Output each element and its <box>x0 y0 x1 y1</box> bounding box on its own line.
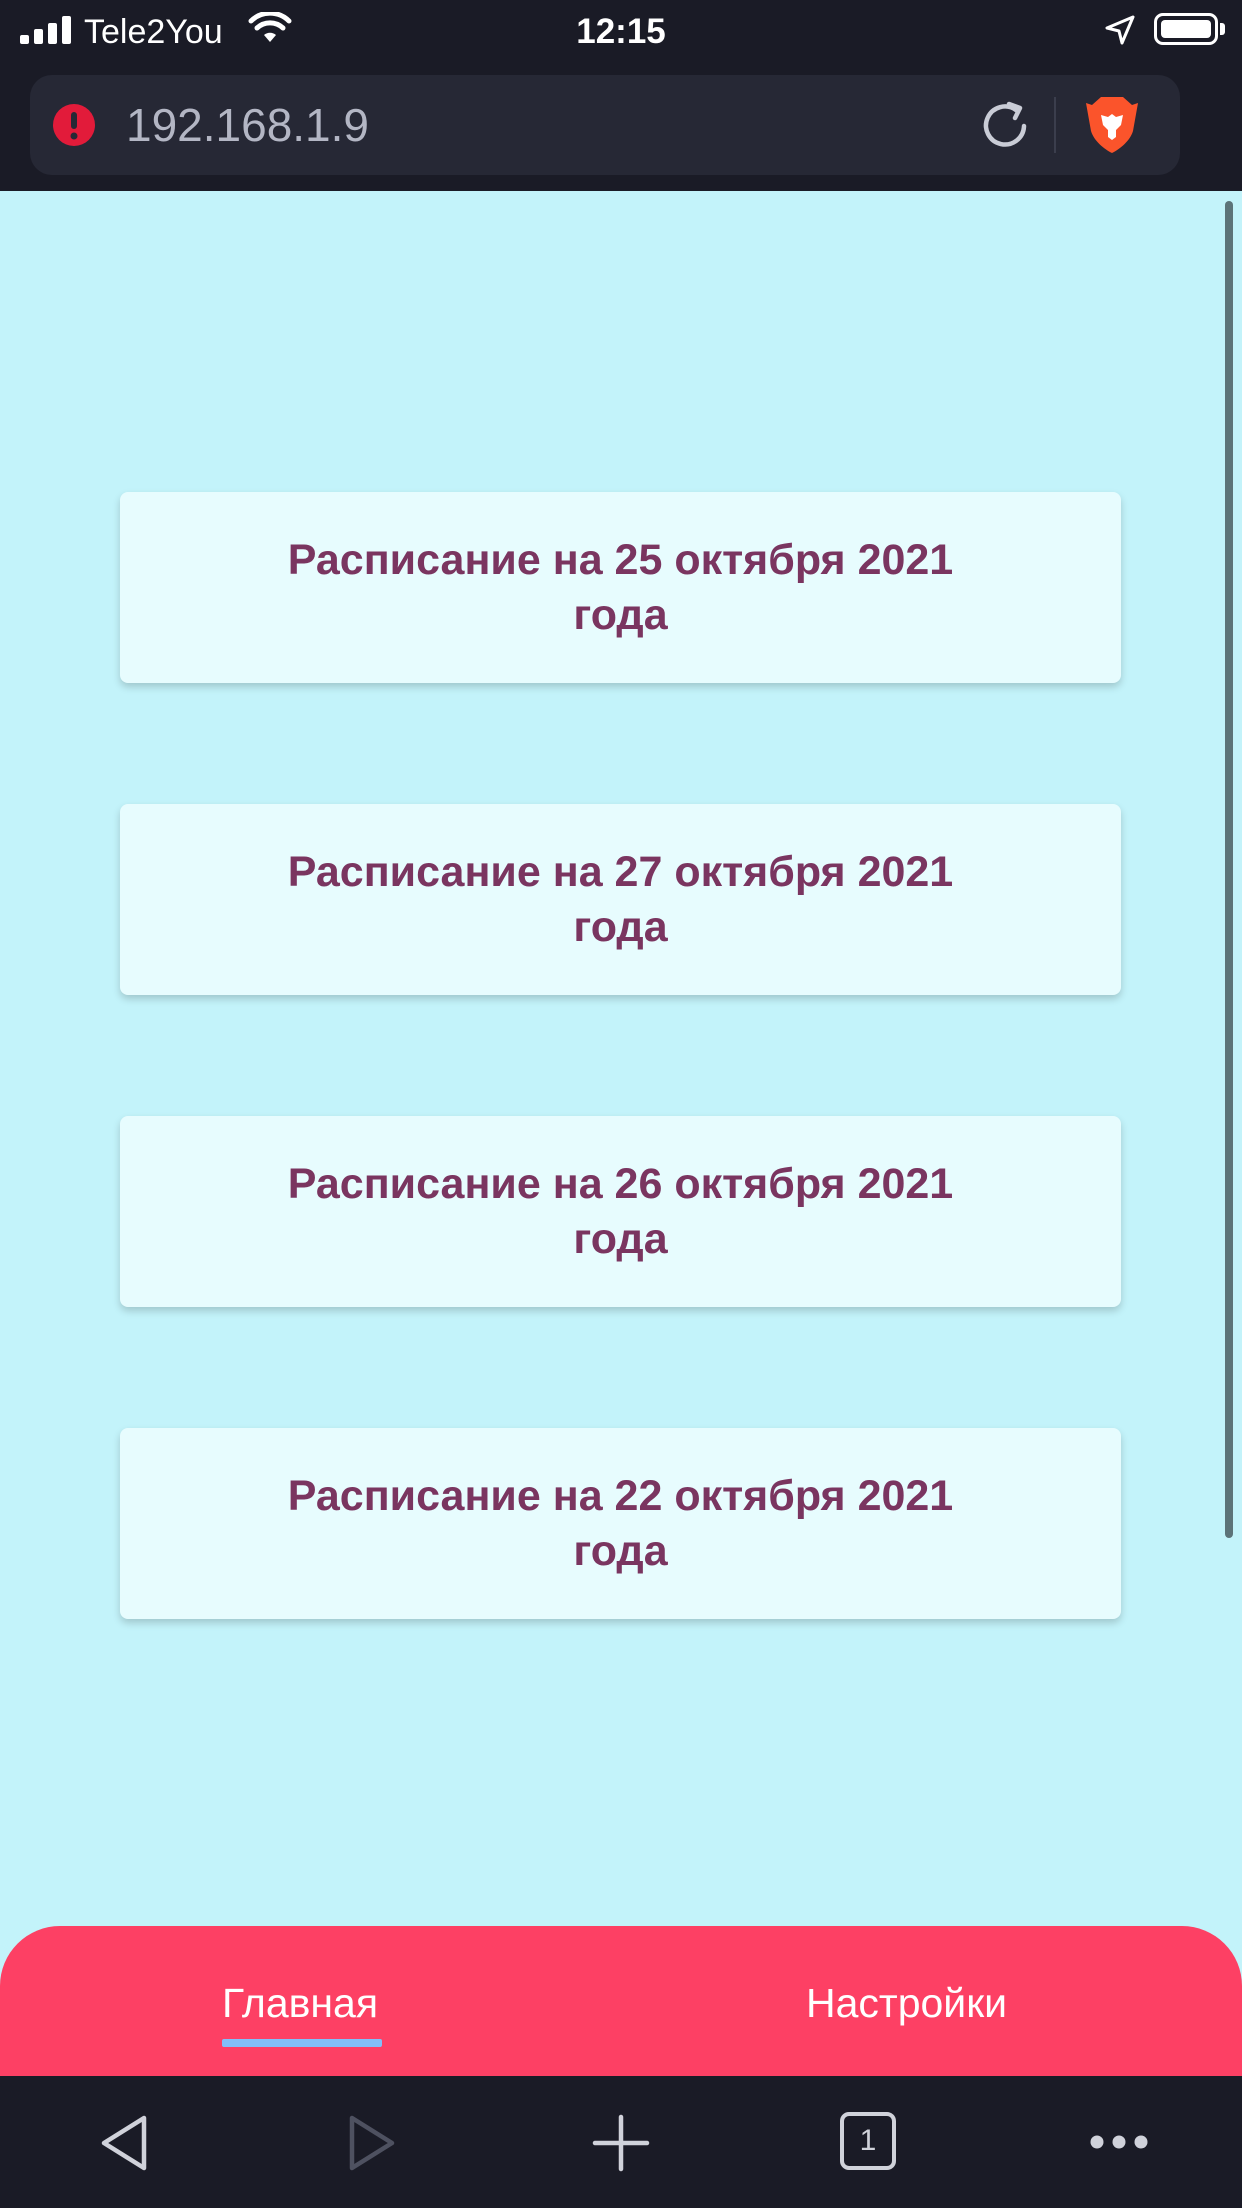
back-icon[interactable] <box>98 2114 150 2172</box>
active-tab-indicator <box>222 2039 382 2047</box>
browser-address-bar: 192.168.1.9 <box>0 64 1242 191</box>
battery-icon <box>1154 13 1218 45</box>
reload-icon[interactable] <box>978 99 1032 153</box>
schedule-card[interactable]: Расписание на 22 октября 2021 года <box>120 1428 1121 1619</box>
browser-toolbar: 1 <box>0 2076 1242 2208</box>
tab-home[interactable]: Главная <box>222 1978 378 2028</box>
more-icon[interactable] <box>1090 2134 1148 2150</box>
schedule-card-label: Расписание на 27 октября 2021 года <box>287 847 954 951</box>
status-time: 12:15 <box>576 12 666 51</box>
page-content: Расписание на 25 октября 2021 года Распи… <box>0 191 1242 2075</box>
schedule-card-label: Расписание на 25 октября 2021 года <box>287 535 954 639</box>
schedule-card[interactable]: Расписание на 25 октября 2021 года <box>120 492 1121 683</box>
tab-settings[interactable]: Настройки <box>806 1978 1007 2028</box>
url-text[interactable]: 192.168.1.9 <box>126 97 369 153</box>
schedule-card[interactable]: Расписание на 26 октября 2021 года <box>120 1116 1121 1307</box>
tabs-icon[interactable]: 1 <box>840 2112 896 2170</box>
location-arrow-icon <box>1105 15 1135 45</box>
tab-count: 1 <box>859 2124 877 2157</box>
schedule-card-label: Расписание на 26 октября 2021 года <box>287 1159 954 1263</box>
status-bar: Tele2You 12:15 <box>0 0 1242 64</box>
forward-icon[interactable] <box>346 2114 398 2172</box>
warning-icon[interactable] <box>52 103 96 147</box>
battery-tip <box>1220 23 1225 35</box>
page-scrollbar[interactable] <box>1225 201 1233 1538</box>
plus-icon[interactable] <box>592 2114 650 2172</box>
brave-lion-icon[interactable] <box>1084 95 1140 155</box>
schedule-card[interactable]: Расписание на 27 октября 2021 года <box>120 804 1121 995</box>
schedule-card-label: Расписание на 22 октября 2021 года <box>287 1471 954 1575</box>
url-field[interactable]: 192.168.1.9 <box>30 75 1180 175</box>
address-bar-divider <box>1054 97 1056 153</box>
bottom-navigation: Главная Настройки <box>0 1926 1242 2076</box>
